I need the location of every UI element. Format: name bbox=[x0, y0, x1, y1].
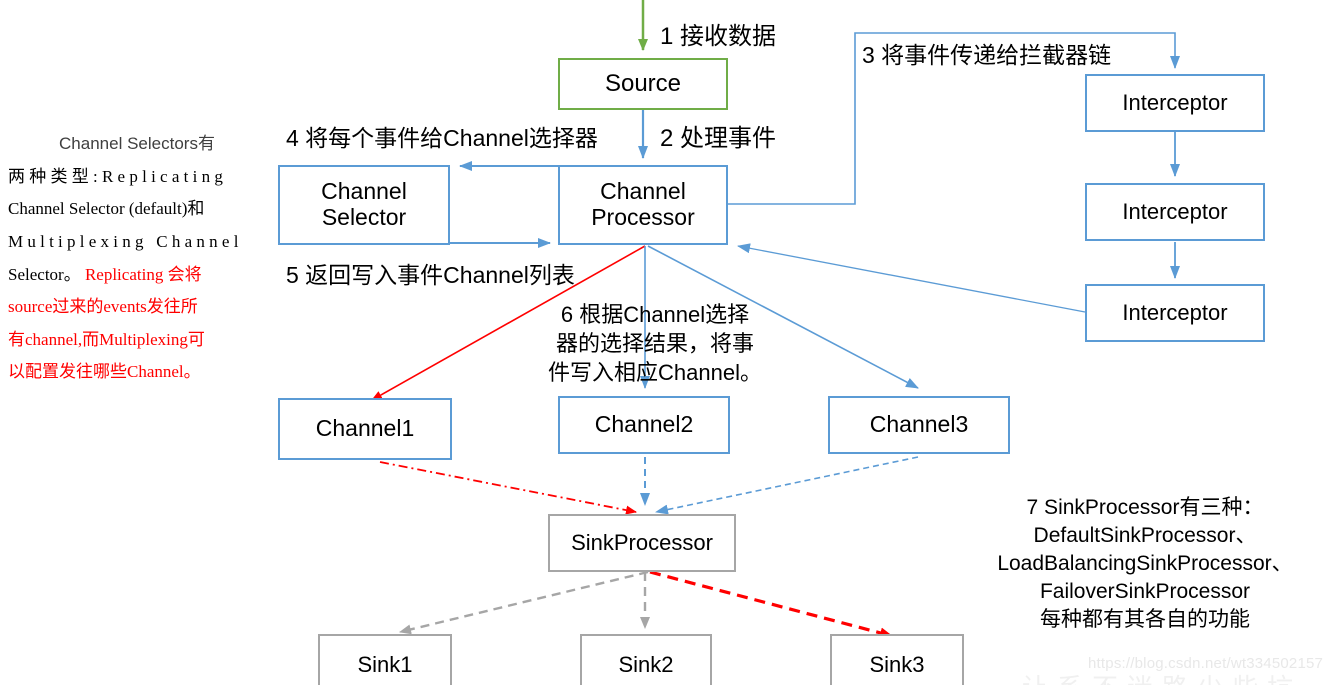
arrow-sink-processor-to-sink3 bbox=[649, 570, 893, 639]
note-line-8: 以配置发往哪些Channel。 bbox=[8, 362, 201, 382]
node-interceptor-3-label: Interceptor bbox=[1122, 299, 1228, 325]
arrow-sink-processor-to-sink1 bbox=[399, 570, 649, 635]
diagram-canvas: Source Channel Selector Channel Processo… bbox=[0, 0, 1343, 685]
step-label-4: 4 将每个事件给Channel选择器 bbox=[286, 125, 598, 151]
node-interceptor-3[interactable]: Interceptor bbox=[1085, 284, 1265, 342]
note-line-7: 有channel,而Multiplexing可 bbox=[8, 329, 205, 349]
arrow-channel1-to-sink-processor bbox=[379, 461, 637, 515]
node-sink-3-label: Sink3 bbox=[869, 651, 925, 677]
node-channel-1-label: Channel1 bbox=[315, 415, 415, 442]
note-line-2: 两 种 类 型 : R e p l i c a t i n g bbox=[8, 166, 223, 186]
node-channel-selector[interactable]: Channel Selector bbox=[278, 165, 450, 245]
step-label-3: 3 将事件传递给拦截器链 bbox=[862, 42, 1112, 68]
node-channel-2[interactable]: Channel2 bbox=[558, 396, 730, 454]
note-line-6: source过来的events发往所 bbox=[8, 297, 198, 317]
step-label-6: 6 根据Channel选择 器的选择结果，将事 件写入相应Channel。 bbox=[548, 302, 762, 386]
arrow-interceptor3-to-channel-processor bbox=[737, 243, 1086, 313]
node-channel-2-label: Channel2 bbox=[594, 411, 694, 438]
note-line-3: Channel Selector (default)和 bbox=[8, 199, 205, 219]
note-line-4: M u l t i p l e x i n g C h a n n e l bbox=[8, 231, 239, 251]
node-sink-3[interactable]: Sink3 bbox=[830, 634, 964, 685]
note-line-5-black: Selector。 bbox=[8, 264, 81, 284]
node-sink-processor[interactable]: SinkProcessor bbox=[548, 514, 736, 572]
node-interceptor-1[interactable]: Interceptor bbox=[1085, 74, 1265, 132]
node-sink-processor-label: SinkProcessor bbox=[571, 529, 713, 555]
watermark-chinese: 让系不迷路少些坑 bbox=[1022, 668, 1302, 685]
node-source-label: Source bbox=[604, 69, 682, 97]
node-channel-3[interactable]: Channel3 bbox=[828, 396, 1010, 454]
node-sink-1[interactable]: Sink1 bbox=[318, 634, 452, 685]
node-channel-3-label: Channel3 bbox=[869, 411, 969, 438]
channel-selectors-note: Channel Selectors有 两 种 类 型 : R e p l i c… bbox=[8, 128, 266, 389]
note-line-1: Channel Selectors有 bbox=[59, 134, 215, 153]
node-interceptor-2-label: Interceptor bbox=[1122, 198, 1228, 224]
node-interceptor-1-label: Interceptor bbox=[1122, 89, 1228, 115]
node-sink-1-label: Sink1 bbox=[357, 651, 413, 677]
node-channel-1[interactable]: Channel1 bbox=[278, 398, 452, 460]
node-sink-2-label: Sink2 bbox=[618, 651, 674, 677]
step-label-1: 1 接收数据 bbox=[660, 23, 777, 50]
arrow-channel3-to-sink-processor bbox=[655, 456, 919, 515]
sink-processor-note: 7 SinkProcessor有三种： DefaultSinkProcessor… bbox=[997, 496, 1293, 631]
step-label-5: 5 返回写入事件Channel列表 bbox=[286, 262, 575, 288]
note-line-5-red: Replicating 会将 bbox=[80, 264, 202, 284]
node-channel-processor[interactable]: Channel Processor bbox=[558, 165, 728, 245]
step-label-2: 2 处理事件 bbox=[660, 125, 777, 152]
node-channel-processor-label: Channel Processor bbox=[591, 178, 695, 230]
node-interceptor-2[interactable]: Interceptor bbox=[1085, 183, 1265, 241]
node-sink-2[interactable]: Sink2 bbox=[580, 634, 712, 685]
node-channel-selector-label: Channel Selector bbox=[321, 178, 407, 230]
node-source[interactable]: Source bbox=[558, 58, 728, 110]
